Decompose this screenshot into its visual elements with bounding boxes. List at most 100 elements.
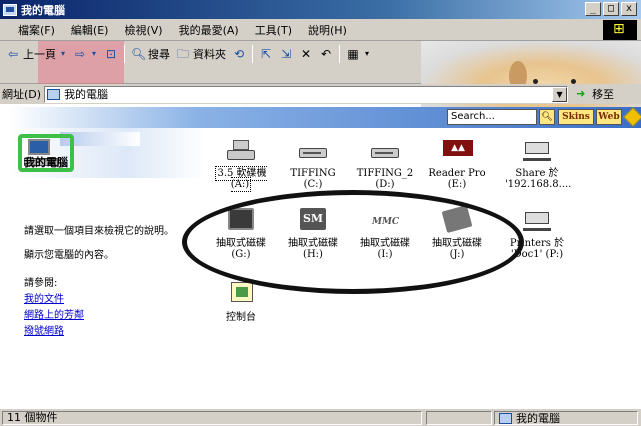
- drive-j-item[interactable]: 抽取式磁碟 (J:): [425, 205, 489, 260]
- item-label: TIFFING (C:): [290, 168, 336, 190]
- item-label: Printers 於 'Doc1' (P:): [509, 238, 565, 260]
- drive-i-item[interactable]: MMC 抽取式磁碟 (I:): [353, 208, 417, 260]
- status-panel: [426, 411, 492, 425]
- delete-x-icon: ✕: [300, 47, 312, 61]
- move-to-button[interactable]: ⇱: [259, 47, 273, 61]
- item-label: Share 於 '192.168.8....: [505, 168, 572, 190]
- skin-search-button[interactable]: 🔍︎: [539, 109, 555, 125]
- cf-card: [228, 208, 254, 230]
- link-network-neighborhood[interactable]: 網路上的芳鄰: [24, 306, 84, 321]
- close-button[interactable]: x: [621, 2, 637, 16]
- forward-button[interactable]: ⇨ ▾: [73, 47, 98, 61]
- item-label: 3.5 軟碟機 (A:): [215, 166, 267, 192]
- drive-h-item[interactable]: SM 抽取式磁碟 (H:): [281, 208, 345, 260]
- folders-button[interactable]: 🗀 資料夾: [176, 46, 226, 62]
- web-button[interactable]: Web: [596, 109, 622, 125]
- link-my-documents[interactable]: 我的文件: [24, 290, 64, 305]
- acrobat-logo: ▲▲: [443, 140, 473, 156]
- toolbar-separator: [124, 45, 125, 63]
- chevron-down-icon: ▾: [91, 49, 96, 58]
- minimize-button[interactable]: _: [585, 2, 601, 16]
- printers-share-item[interactable]: Printers 於 'Doc1' (P:): [505, 208, 569, 260]
- file-list: 3.5 軟碟機 (A:) TIFFING (C:) TIFFING_2 (D:)…: [205, 128, 641, 408]
- menu-help[interactable]: 說明(H): [308, 22, 347, 38]
- network-cable: [523, 228, 551, 231]
- forward-arrow-icon: ⇨: [74, 47, 86, 61]
- hard-drive-icon: [297, 138, 329, 164]
- window-title: 我的電腦: [21, 3, 65, 17]
- drive-c-item[interactable]: TIFFING (C:): [281, 138, 345, 190]
- drive-g-item[interactable]: 抽取式磁碟 (G:): [209, 208, 273, 260]
- drive-d-item[interactable]: TIFFING_2 (D:): [353, 138, 417, 190]
- toolbar-buttons: ⇦ 上一頁 ▾ ⇨ ▾ ⊡ 🔍︎ 搜尋 🗀 資料夾 ⟲ ⇱ ⇲ ✕ ↶ ▦ ▾: [6, 45, 371, 63]
- up-folder-icon: ⊡: [105, 47, 117, 61]
- undo-button[interactable]: ↶: [319, 47, 333, 61]
- menu-view[interactable]: 檢視(V): [124, 22, 162, 38]
- search-icon: 🔍︎: [131, 47, 147, 61]
- floppy-drive-icon: [225, 138, 257, 164]
- skin-search-input[interactable]: Search...: [447, 109, 537, 125]
- maximize-button[interactable]: □: [603, 2, 619, 16]
- network-share-icon: [521, 138, 553, 164]
- smartmedia-card-icon: SM: [297, 208, 329, 234]
- back-arrow-icon: ⇦: [7, 47, 19, 61]
- status-location-label: 我的電腦: [516, 412, 560, 425]
- diamond-icon[interactable]: [623, 107, 641, 127]
- search-button[interactable]: 🔍︎ 搜尋: [131, 46, 170, 62]
- item-label: TIFFING_2 (D:): [356, 168, 414, 190]
- my-computer-icon: [3, 3, 17, 16]
- menu-file[interactable]: 檔案(F): [18, 22, 55, 38]
- copy-to-button[interactable]: ⇲: [279, 47, 293, 61]
- menu-tools[interactable]: 工具(T): [255, 22, 292, 38]
- memory-stick-icon: [441, 205, 473, 234]
- address-bar: 網址(D) 我的電腦 ▼ ➜ 移至: [0, 84, 641, 104]
- up-folder-button[interactable]: ⊡: [104, 47, 118, 61]
- network-share-item[interactable]: Share 於 '192.168.8....: [505, 138, 572, 190]
- history-icon: ⟲: [233, 47, 245, 61]
- address-dropdown-button[interactable]: ▼: [552, 86, 568, 102]
- drive-a-item[interactable]: 3.5 軟碟機 (A:): [209, 138, 273, 192]
- move-to-icon: ⇱: [260, 47, 272, 61]
- status-location: 我的電腦: [494, 411, 638, 425]
- history-button[interactable]: ⟲: [232, 47, 246, 61]
- delete-button[interactable]: ✕: [299, 47, 313, 61]
- control-panel-item[interactable]: 控制台: [209, 282, 273, 323]
- menu-bar: 檔案(F) 編輯(E) 檢視(V) 我的最愛(A) 工具(T) 說明(H): [0, 19, 641, 41]
- control-panel-graphic: [231, 282, 253, 302]
- sm-card: SM: [300, 208, 326, 230]
- printer-share-icon: [521, 208, 553, 234]
- hard-drive-icon: [369, 138, 401, 164]
- see-also-label: 請參閱:: [24, 278, 58, 289]
- compactflash-card-icon: [225, 208, 257, 234]
- menu-favorites[interactable]: 我的最愛(A): [179, 22, 239, 38]
- window-controls: _ □ x: [585, 2, 637, 16]
- views-button[interactable]: ▦ ▾: [346, 47, 371, 61]
- mmc-card: MMC: [372, 208, 399, 230]
- toolbar-separator: [252, 45, 253, 63]
- status-bar: 11 個物件 我的電腦: [0, 408, 641, 426]
- item-label: 抽取式磁碟 (J:): [432, 238, 482, 260]
- item-label: 控制台: [226, 312, 256, 323]
- title-bar: 我的電腦 _ □ x: [0, 0, 641, 19]
- item-label: 抽取式磁碟 (I:): [360, 238, 410, 260]
- item-label: 抽取式磁碟 (G:): [216, 238, 266, 260]
- undo-icon: ↶: [320, 47, 332, 61]
- item-label: 抽取式磁碟 (H:): [288, 238, 338, 260]
- drive-body: [227, 150, 255, 160]
- toolbar-separator: [339, 45, 340, 63]
- item-label: Reader Pro (E:): [428, 168, 486, 190]
- folders-label: 資料夾: [193, 48, 226, 61]
- copy-to-icon: ⇲: [280, 47, 292, 61]
- back-button[interactable]: ⇦ 上一頁 ▾: [6, 46, 67, 62]
- drive-e-item[interactable]: ▲▲ Reader Pro (E:): [425, 138, 489, 190]
- share-drive-body: [525, 212, 549, 224]
- address-value: 我的電腦: [64, 88, 109, 101]
- go-button[interactable]: ➜ 移至: [576, 86, 614, 102]
- address-field[interactable]: 我的電腦 ▼: [44, 85, 569, 103]
- info-pane: 我的電腦 請選取一個項目來檢視它的說明。 顯示您電腦的內容。 請參閱: 我的文件…: [10, 128, 205, 408]
- menu-edit[interactable]: 編輯(E): [71, 22, 109, 38]
- info-pane-banner: 我的電腦: [10, 128, 205, 178]
- ms-card: [441, 205, 473, 233]
- link-dial-up-networking[interactable]: 撥號網路: [24, 322, 64, 337]
- skins-button[interactable]: Skins: [558, 109, 594, 125]
